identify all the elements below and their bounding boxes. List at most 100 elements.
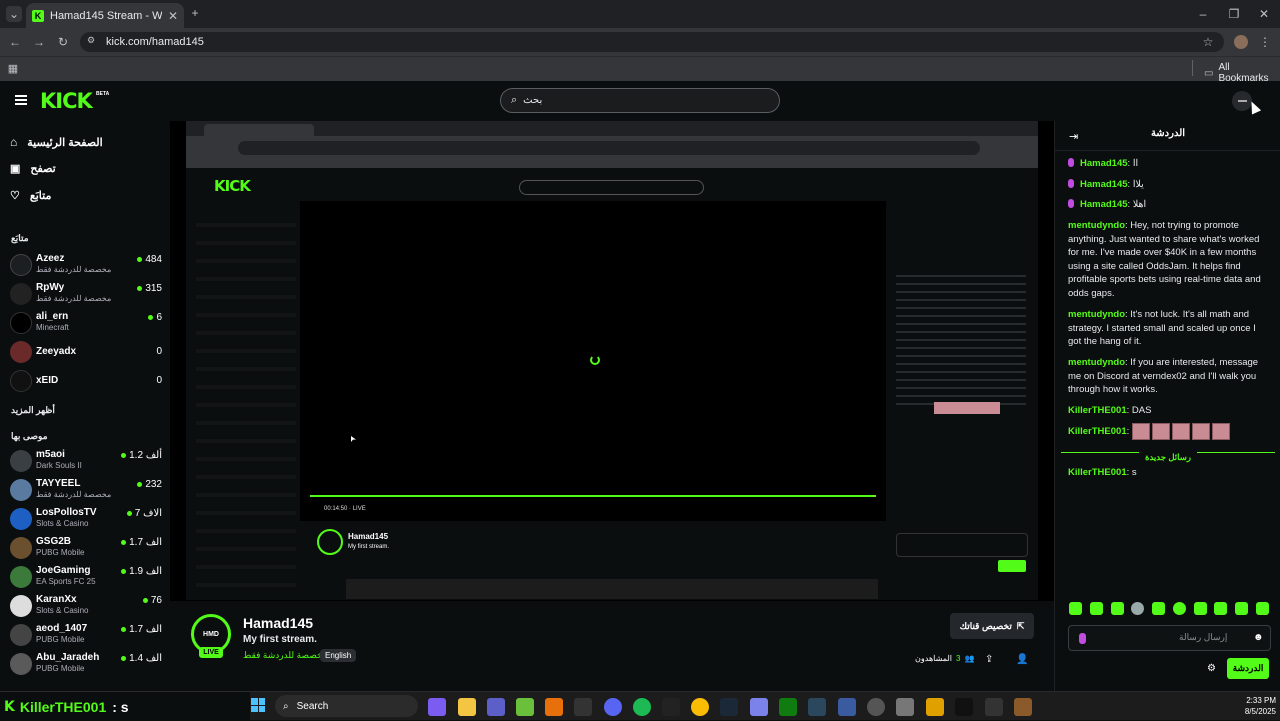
chrome-icon[interactable]: [691, 698, 709, 716]
emoji-picker-icon[interactable]: ☻: [1253, 632, 1264, 643]
hamburger-menu-icon[interactable]: [15, 95, 27, 105]
restore-icon[interactable]: ❐: [1227, 7, 1241, 21]
discord-icon[interactable]: [604, 698, 622, 716]
reload-icon[interactable]: ↻: [56, 35, 70, 49]
close-tab-icon[interactable]: ✕: [168, 9, 178, 23]
address-bar[interactable]: ⚙ kick.com/hamad145: [80, 32, 1224, 52]
chat-username[interactable]: Hamad145: [1080, 179, 1128, 190]
steam-icon[interactable]: [808, 698, 826, 716]
chat-username[interactable]: KillerTHE001: [1068, 426, 1127, 437]
emote-icon[interactable]: [1172, 602, 1186, 615]
share-icon[interactable]: ⇪: [985, 654, 993, 665]
channel-row[interactable]: ali_ern Minecraft 6: [10, 310, 162, 336]
channel-row[interactable]: TAYYEEL مخصصة للدردشة فقط 232: [10, 477, 162, 503]
language-tag[interactable]: English: [320, 649, 357, 662]
avatar: [10, 341, 32, 363]
emote-icon[interactable]: [1152, 602, 1166, 615]
mini-emotes: [934, 402, 1000, 414]
channel-row[interactable]: LosPollosTV Slots & Casino 7 الاف: [10, 506, 162, 532]
microphone-icon[interactable]: [1079, 633, 1086, 644]
emote-icon[interactable]: [1193, 602, 1207, 615]
chat-username[interactable]: mentudyndo: [1068, 220, 1125, 231]
site-info-icon[interactable]: ⚙: [87, 35, 95, 46]
emote-icon[interactable]: [1191, 423, 1210, 440]
channel-row[interactable]: JoeGaming EA Sports FC 25 1.9 الف: [10, 564, 162, 590]
emote-icon[interactable]: [1211, 423, 1230, 440]
file-explorer-icon[interactable]: [458, 698, 476, 716]
channel-row[interactable]: Zeeyadx 0: [10, 339, 162, 365]
chat-username[interactable]: mentudyndo: [1068, 357, 1125, 368]
chat-username[interactable]: Hamad145: [1080, 158, 1128, 169]
channel-row[interactable]: xEID 0: [10, 368, 162, 394]
minimize-icon[interactable]: –: [1196, 7, 1210, 21]
nav-home[interactable]: ⌂ الصفحة الرئيسية: [10, 135, 103, 149]
emote-icon[interactable]: [1151, 423, 1170, 440]
bookmark-star-icon[interactable]: ☆: [1201, 35, 1215, 49]
app-icon[interactable]: [955, 698, 973, 716]
app-icon[interactable]: [926, 698, 944, 716]
chat-settings-icon[interactable]: ⚙: [1207, 663, 1216, 674]
emote-icon[interactable]: [1214, 602, 1228, 615]
nav-following[interactable]: ♡ متابَع: [10, 189, 51, 202]
app-icon[interactable]: [867, 698, 885, 716]
app-icon[interactable]: [662, 698, 680, 716]
customize-channel-button[interactable]: تخصيص قناتك ⇱: [950, 613, 1034, 639]
steam-icon[interactable]: [720, 698, 738, 716]
emote-icon[interactable]: [1171, 423, 1190, 440]
chat-username[interactable]: KillerTHE001: [1068, 405, 1127, 416]
window-close-icon[interactable]: ✕: [1257, 7, 1271, 21]
stream-video-frame[interactable]: KICK 00:14:50 · LIVE Hamad145 My first s…: [186, 121, 1038, 600]
forward-icon[interactable]: →: [32, 35, 46, 49]
channel-row[interactable]: m5aoi Dark Souls II 1.2 ألف: [10, 448, 162, 474]
emote-icon[interactable]: [1069, 602, 1082, 615]
emote-icon[interactable]: [1089, 602, 1103, 615]
nav-browse[interactable]: ▣ تصفح: [10, 162, 56, 175]
stream-category[interactable]: مخصصة للدردشة فقط: [243, 650, 328, 661]
chat-username[interactable]: KillerTHE001: [1068, 467, 1127, 478]
show-more-link[interactable]: أظهر المزيد: [11, 405, 55, 416]
channel-row[interactable]: GSG2B PUBG Mobile 1.7 الف: [10, 535, 162, 561]
live-badge: LIVE: [199, 647, 223, 658]
copilot-icon[interactable]: [428, 698, 446, 716]
apps-grid-icon[interactable]: ▦: [7, 62, 19, 75]
emote-icon[interactable]: [1131, 602, 1145, 615]
browser-tab[interactable]: K Hamad145 Stream - Watch Live ✕: [26, 3, 184, 28]
tab-search-icon[interactable]: ⌄: [6, 6, 22, 22]
app-icon[interactable]: [545, 698, 563, 716]
channel-row[interactable]: Abu_Jaradeh PUBG Mobile 1.4 الف: [10, 651, 162, 677]
follow-user-icon[interactable]: 👤: [1016, 654, 1028, 665]
kick-logo[interactable]: KICK: [40, 89, 93, 113]
emote-icon[interactable]: [1110, 602, 1124, 615]
profile-avatar[interactable]: [1234, 35, 1248, 49]
chat-panel: ⇥ الدردشة Hamad145: اا Hamad145: يلاا Ha…: [1054, 121, 1280, 691]
system-clock[interactable]: 2:33 PM 8/5/2025: [1226, 695, 1276, 717]
menu-dots-icon[interactable]: ⋮: [1259, 35, 1271, 49]
app-icon[interactable]: [487, 698, 505, 716]
channel-row[interactable]: RpWy مخصصة للدردشة فقط 315: [10, 281, 162, 307]
epic-games-icon[interactable]: [985, 698, 1003, 716]
app-icon[interactable]: [1014, 698, 1032, 716]
send-chat-button[interactable]: الدردشة: [1227, 658, 1269, 679]
settings-icon[interactable]: [896, 698, 914, 716]
spotify-icon[interactable]: [633, 698, 651, 716]
emote-icon[interactable]: [1235, 602, 1249, 615]
emote-icon[interactable]: [1131, 423, 1150, 440]
channel-row[interactable]: Azeez مخصصة للدردشة فقط 484: [10, 252, 162, 278]
back-icon[interactable]: ←: [8, 35, 22, 49]
app-icon[interactable]: [838, 698, 856, 716]
chat-input[interactable]: إرسال رسالة ☻: [1068, 625, 1271, 651]
channel-name[interactable]: Hamad145: [243, 615, 313, 631]
teams-icon[interactable]: [750, 698, 768, 716]
chat-username[interactable]: Hamad145: [1080, 199, 1128, 210]
nvidia-icon[interactable]: [516, 698, 534, 716]
channel-row[interactable]: aeod_1407 PUBG Mobile 1.7 الف: [10, 622, 162, 648]
channel-row[interactable]: KaranXx Slots & Casino 76: [10, 593, 162, 619]
chat-username[interactable]: mentudyndo: [1068, 309, 1125, 320]
xbox-icon[interactable]: [779, 698, 797, 716]
taskbar-search[interactable]: ⌕ Search: [275, 695, 418, 717]
search-input[interactable]: ⌕ بحث: [500, 88, 780, 113]
windows-start-icon[interactable]: [251, 698, 265, 712]
emote-icon[interactable]: [1255, 602, 1269, 615]
new-tab-icon[interactable]: +: [188, 6, 202, 20]
epic-games-icon[interactable]: [574, 698, 592, 716]
